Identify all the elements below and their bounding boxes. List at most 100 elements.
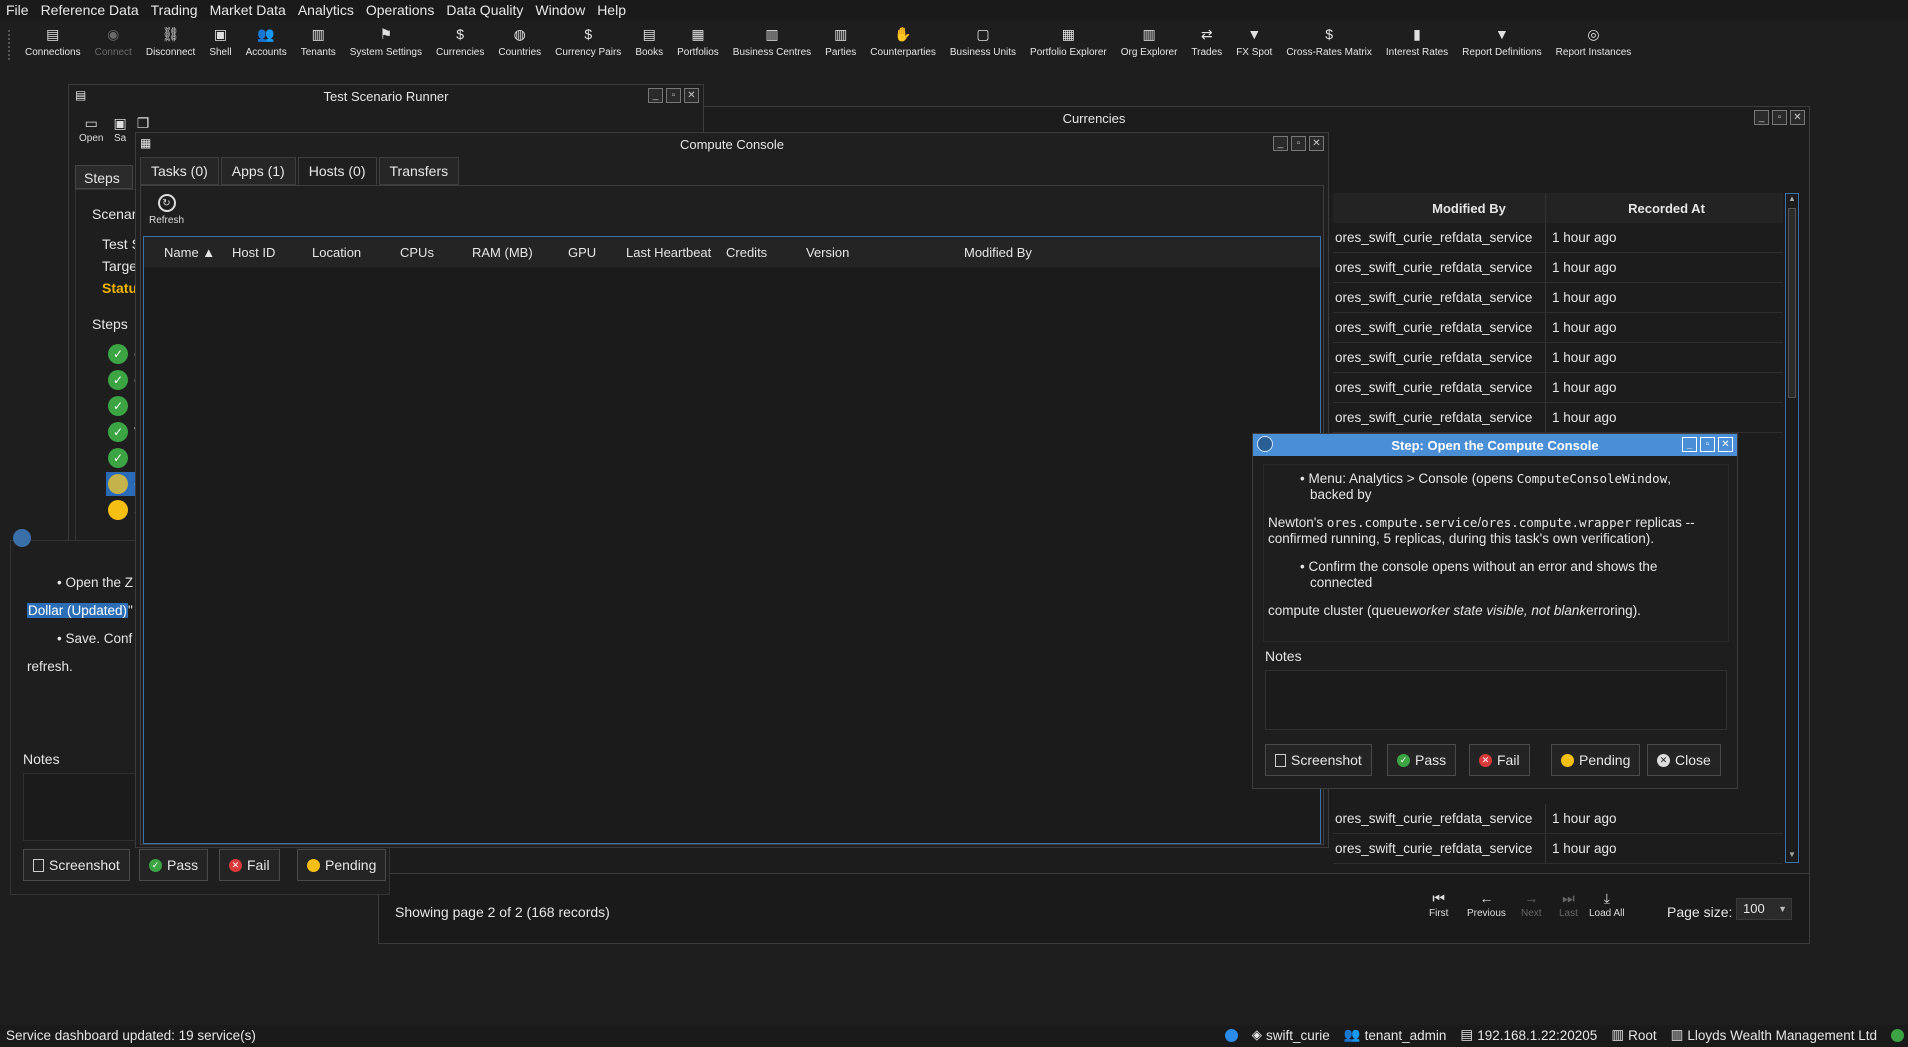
table-row[interactable]: ores_swift_curie_refdata_service 1 hour a… bbox=[1333, 313, 1783, 343]
close-button[interactable]: ✕ bbox=[1718, 437, 1733, 452]
scrollbar-thumb[interactable] bbox=[1788, 208, 1796, 398]
fail-button[interactable]: ✕ Fail bbox=[1469, 744, 1530, 776]
menu-reference-data[interactable]: Reference Data bbox=[35, 0, 145, 20]
host-indicator[interactable]: ▤ 192.168.1.22:20205 bbox=[1460, 1027, 1597, 1043]
menu-file[interactable]: File bbox=[0, 0, 35, 20]
pending-button[interactable]: Pending bbox=[297, 849, 387, 881]
scroll-up-icon[interactable]: ▲ bbox=[1786, 194, 1798, 206]
trades-button[interactable]: ⇄ Trades bbox=[1184, 20, 1229, 59]
minimize-button[interactable]: _ bbox=[648, 88, 663, 103]
pending-button[interactable]: Pending bbox=[1551, 744, 1641, 776]
maximize-button[interactable]: ▫ bbox=[1700, 437, 1715, 452]
first-page-button[interactable]: ⏮ First bbox=[1429, 890, 1448, 919]
shell-button[interactable]: ▣ Shell bbox=[202, 20, 238, 59]
business-units-button[interactable]: ▢ Business Units bbox=[943, 20, 1023, 59]
cross-rates-matrix-button[interactable]: $ Cross-Rates Matrix bbox=[1279, 20, 1379, 58]
column-header-version[interactable]: Version bbox=[806, 245, 849, 260]
environment-indicator[interactable]: ◈ swift_curie bbox=[1252, 1027, 1330, 1043]
table-row[interactable]: ores_swift_curie_refdata_service 1 hour a… bbox=[1333, 403, 1783, 433]
disconnect-button[interactable]: ⛓ Disconnect bbox=[139, 20, 202, 59]
table-row[interactable]: ores_swift_curie_refdata_service 1 hour a… bbox=[1333, 253, 1783, 283]
column-header-ram-mb[interactable]: RAM (MB) bbox=[472, 245, 533, 260]
minimize-button[interactable]: _ bbox=[1754, 110, 1769, 125]
close-button[interactable]: ✕ bbox=[684, 88, 699, 103]
interest-rates-button[interactable]: ▮ Interest Rates bbox=[1379, 20, 1455, 59]
counterparties-button[interactable]: ✋ Counterparties bbox=[863, 20, 943, 59]
fail-button[interactable]: ✕ Fail bbox=[219, 849, 280, 881]
menu-data-quality[interactable]: Data Quality bbox=[440, 0, 529, 20]
close-button[interactable]: ✕ bbox=[1309, 136, 1324, 151]
menu-trading[interactable]: Trading bbox=[145, 0, 204, 20]
system-settings-button[interactable]: ⚑ System Settings bbox=[343, 20, 429, 59]
portfolio-explorer-button[interactable]: ▦ Portfolio Explorer bbox=[1023, 20, 1114, 59]
column-header-cpus[interactable]: CPUs bbox=[400, 245, 434, 260]
column-header-credits[interactable]: Credits bbox=[726, 245, 767, 260]
runner-titlebar[interactable]: ▤ Test Scenario Runner _ ▫ ✕ bbox=[69, 85, 703, 107]
currency-pairs-button[interactable]: $ Currency Pairs bbox=[548, 20, 628, 58]
screenshot-button[interactable]: Screenshot bbox=[1265, 744, 1372, 776]
business-centres-button[interactable]: ▥ Business Centres bbox=[726, 20, 818, 59]
hosts-grid[interactable]: Name ▲ Host ID Location CPUs RAM (MB) GPU Last… bbox=[143, 236, 1321, 844]
portfolios-button[interactable]: ▦ Portfolios bbox=[670, 20, 726, 59]
countries-button[interactable]: ◍ Countries bbox=[491, 20, 548, 59]
column-header-recorded-at[interactable]: Recorded At bbox=[1545, 193, 1781, 223]
table-row[interactable]: ores_swift_curie_refdata_service 1 hour a… bbox=[1333, 343, 1783, 373]
pass-button[interactable]: ✓ Pass bbox=[139, 849, 209, 881]
column-header-modified-by[interactable]: Modified By bbox=[1333, 201, 1545, 216]
currencies-button[interactable]: $ Currencies bbox=[429, 20, 491, 58]
menu-market-data[interactable]: Market Data bbox=[204, 0, 292, 20]
toolbar-grip[interactable] bbox=[8, 30, 14, 60]
tab-apps[interactable]: Apps (1) bbox=[220, 157, 296, 185]
currencies-vertical-scrollbar[interactable]: ▲ ▼ bbox=[1785, 193, 1799, 863]
tab-steps[interactable]: Steps bbox=[75, 165, 133, 189]
connections-button[interactable]: ▤ Connections bbox=[18, 20, 88, 59]
fx-spot-button[interactable]: ▼ FX Spot bbox=[1229, 20, 1279, 58]
maximize-button[interactable]: ▫ bbox=[1291, 136, 1306, 151]
menu-help[interactable]: Help bbox=[591, 0, 632, 20]
table-row[interactable]: ores_swift_curie_refdata_service 1 hour a… bbox=[1333, 834, 1783, 864]
column-header-modified-by[interactable]: Modified By bbox=[964, 245, 1032, 260]
org-explorer-button[interactable]: ▥ Org Explorer bbox=[1114, 20, 1185, 59]
last-page-button[interactable]: ⏭ Last bbox=[1559, 890, 1578, 919]
close-dialog-button[interactable]: ✕ Close bbox=[1647, 744, 1721, 776]
maximize-button[interactable]: ▫ bbox=[1772, 110, 1787, 125]
column-header-last-heartbeat[interactable]: Last Heartbeat bbox=[626, 245, 711, 260]
table-row[interactable]: ores_swift_curie_refdata_service 1 hour a… bbox=[1333, 804, 1783, 834]
minimize-button[interactable]: _ bbox=[1273, 136, 1288, 151]
tab-tasks[interactable]: Tasks (0) bbox=[140, 157, 219, 185]
report-definitions-button[interactable]: ▼ Report Definitions bbox=[1455, 20, 1548, 58]
table-row[interactable]: ores_swift_curie_refdata_service 1 hour a… bbox=[1333, 223, 1783, 253]
load-all-button[interactable]: ⤓ Load All bbox=[1589, 890, 1625, 919]
maximize-button[interactable]: ▫ bbox=[666, 88, 681, 103]
books-button[interactable]: ▤ Books bbox=[628, 20, 670, 59]
menu-window[interactable]: Window bbox=[529, 0, 591, 20]
screenshot-button[interactable]: Screenshot bbox=[23, 849, 130, 881]
connect-button[interactable]: ◉ Connect bbox=[88, 20, 139, 59]
parties-button[interactable]: ▥ Parties bbox=[818, 20, 863, 59]
save-button[interactable]: ▣ Sa bbox=[113, 115, 126, 144]
column-header-host-id[interactable]: Host ID bbox=[232, 245, 275, 260]
table-row[interactable]: ores_swift_curie_refdata_service 1 hour a… bbox=[1333, 283, 1783, 313]
column-header-location[interactable]: Location bbox=[312, 245, 361, 260]
notes-input[interactable] bbox=[1265, 670, 1727, 730]
menu-analytics[interactable]: Analytics bbox=[292, 0, 360, 20]
menu-operations[interactable]: Operations bbox=[360, 0, 440, 20]
scope-indicator[interactable]: ▥ Root bbox=[1611, 1027, 1656, 1043]
open-button[interactable]: ▭ Open bbox=[79, 115, 103, 144]
tenants-button[interactable]: ▥ Tenants bbox=[294, 20, 343, 59]
organisation-indicator[interactable]: ▥ Lloyds Wealth Management Ltd bbox=[1671, 1027, 1877, 1043]
scroll-down-icon[interactable]: ▼ bbox=[1786, 850, 1798, 862]
page-size-select[interactable]: 100 ▼ bbox=[1736, 898, 1792, 920]
user-indicator[interactable]: 👥 tenant_admin bbox=[1344, 1027, 1447, 1043]
refresh-button[interactable]: ↻ Refresh bbox=[149, 194, 184, 226]
previous-page-button[interactable]: ← Previous bbox=[1467, 890, 1506, 919]
close-button[interactable]: ✕ bbox=[1790, 110, 1805, 125]
minimize-button[interactable]: _ bbox=[1682, 437, 1697, 452]
report-instances-button[interactable]: ◎ Report Instances bbox=[1549, 20, 1639, 59]
tab-transfers[interactable]: Transfers bbox=[378, 157, 460, 185]
tab-hosts[interactable]: Hosts (0) bbox=[297, 157, 377, 185]
column-header-gpu[interactable]: GPU bbox=[568, 245, 596, 260]
table-row[interactable]: ores_swift_curie_refdata_service 1 hour a… bbox=[1333, 373, 1783, 403]
step-dialog-titlebar[interactable]: Step: Open the Compute Console _ ▫ ✕ bbox=[1253, 434, 1737, 456]
pass-button[interactable]: ✓ Pass bbox=[1387, 744, 1457, 776]
